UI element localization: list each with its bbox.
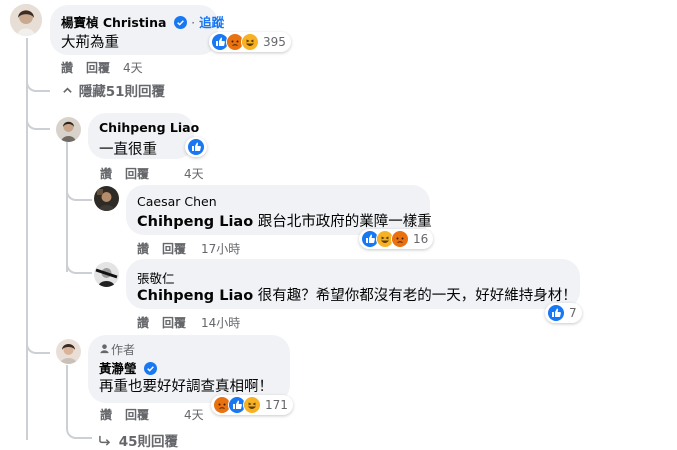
like-icon bbox=[187, 138, 205, 156]
avatar[interactable] bbox=[94, 186, 119, 211]
comment-author[interactable]: Caesar Chen bbox=[137, 194, 217, 209]
reply-button[interactable]: 回覆 bbox=[162, 242, 186, 256]
timestamp[interactable]: 14小時 bbox=[201, 316, 240, 330]
like-button[interactable]: 讚 bbox=[100, 408, 112, 422]
comment-text: 一直很重 bbox=[99, 142, 157, 158]
comment-author[interactable]: 楊寶楨 Christina · 追蹤 bbox=[61, 12, 224, 31]
comment-author[interactable]: Chihpeng Liao bbox=[99, 120, 199, 135]
thread-connector-huang bbox=[26, 340, 50, 354]
verified-icon bbox=[173, 16, 187, 29]
haha-icon bbox=[241, 33, 259, 51]
reaction-count: 171 bbox=[265, 398, 288, 412]
hide-replies-link[interactable]: 隱藏51則回覆 bbox=[62, 80, 165, 100]
comment-actions: 讚回覆 4天 bbox=[61, 59, 143, 76]
reply-button[interactable]: 回覆 bbox=[125, 167, 149, 181]
comment-actions: 讚回覆 14小時 bbox=[137, 314, 240, 331]
reaction-summary[interactable]: 16 bbox=[359, 229, 434, 249]
timestamp[interactable]: 17小時 bbox=[201, 242, 240, 256]
person-icon bbox=[99, 343, 111, 357]
reaction-summary[interactable] bbox=[185, 137, 207, 157]
comment-text: 再重也要好好調查真相啊！ bbox=[99, 379, 273, 395]
comment-actions: 讚回覆 4天 bbox=[100, 165, 204, 182]
like-icon bbox=[547, 304, 565, 322]
author-badge: 作者 bbox=[99, 341, 135, 358]
comment-text: Chihpeng Liao 跟台北市政府的業障一樣重 bbox=[137, 214, 432, 230]
mention-link[interactable]: Chihpeng Liao bbox=[137, 214, 253, 230]
reply-button[interactable]: 回覆 bbox=[162, 316, 186, 330]
like-button[interactable]: 讚 bbox=[137, 242, 149, 256]
mention-link[interactable]: Chihpeng Liao bbox=[137, 288, 253, 304]
reaction-summary[interactable]: 7 bbox=[545, 303, 582, 323]
comment-text: Chihpeng Liao 很有趣？希望你都沒有老的一天，好好維持身材！ bbox=[137, 288, 577, 304]
like-button[interactable]: 讚 bbox=[137, 316, 149, 330]
reaction-summary[interactable]: 395 bbox=[209, 32, 291, 52]
reply-button[interactable]: 回覆 bbox=[86, 61, 110, 75]
reaction-count: 7 bbox=[569, 306, 577, 320]
timestamp[interactable]: 4天 bbox=[184, 408, 204, 422]
thread-line-main bbox=[26, 38, 28, 440]
like-button[interactable]: 讚 bbox=[61, 61, 73, 75]
angry-icon bbox=[391, 230, 409, 248]
avatar[interactable] bbox=[56, 339, 81, 364]
chevron-up-icon bbox=[62, 84, 74, 100]
reply-button[interactable]: 回覆 bbox=[125, 408, 149, 422]
avatar[interactable] bbox=[56, 117, 81, 142]
timestamp[interactable]: 4天 bbox=[123, 61, 143, 75]
comment-actions: 讚回覆 4天 bbox=[100, 406, 204, 423]
haha-icon bbox=[243, 396, 261, 414]
avatar[interactable] bbox=[10, 4, 42, 36]
thread-connector-chihpeng bbox=[26, 116, 50, 130]
thread-line-sub bbox=[66, 142, 68, 272]
like-button[interactable]: 讚 bbox=[100, 167, 112, 181]
thread-connector-hide bbox=[26, 76, 50, 92]
verified-icon bbox=[143, 362, 157, 375]
more-replies-link[interactable]: 45則回覆 bbox=[98, 430, 178, 450]
avatar[interactable] bbox=[94, 262, 119, 287]
reaction-count: 16 bbox=[413, 232, 429, 246]
timestamp[interactable]: 4天 bbox=[184, 167, 204, 181]
thread-connector-caesar bbox=[66, 185, 92, 201]
reaction-count: 395 bbox=[263, 35, 286, 49]
thread-connector-zhang bbox=[66, 258, 92, 274]
comment-actions: 讚回覆 17小時 bbox=[137, 240, 240, 257]
comment-text: 大荊為重 bbox=[61, 35, 119, 51]
follow-link[interactable]: 追蹤 bbox=[199, 15, 224, 30]
reaction-summary[interactable]: 171 bbox=[211, 395, 293, 415]
